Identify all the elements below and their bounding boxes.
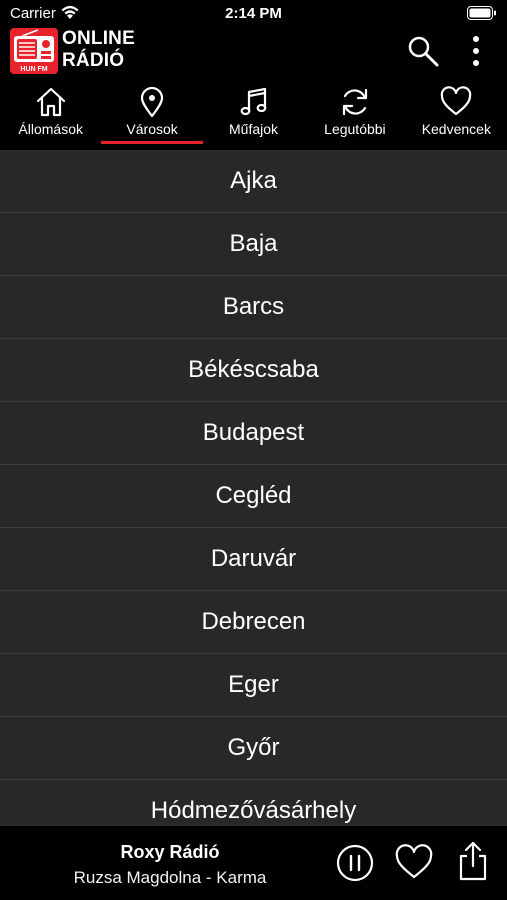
favorite-heart-icon[interactable] — [395, 844, 433, 880]
logo-text: HUN FM — [20, 66, 47, 73]
brand-line-2: RÁDIÓ — [62, 50, 125, 71]
tab-label: Legutóbbi — [324, 121, 386, 137]
home-icon — [36, 87, 65, 117]
app-header: HUN FM ONLINE RÁDIÓ — [0, 26, 507, 78]
list-item[interactable]: Hódmezővásárhely — [0, 780, 507, 826]
music-note-icon — [240, 87, 266, 116]
list-item[interactable]: Eger — [0, 654, 507, 717]
list-item[interactable]: Cegléd — [0, 465, 507, 528]
refresh-icon — [342, 88, 368, 116]
tab-legutobbi[interactable]: Legutóbbi — [304, 80, 405, 148]
radio-logo-icon: HUN FM — [10, 28, 58, 74]
more-vertical-icon[interactable] — [462, 34, 490, 68]
tab-label: Kedvencek — [421, 121, 491, 137]
list-item[interactable]: Győr — [0, 717, 507, 780]
status-time: 2:14 PM — [225, 5, 282, 22]
pause-icon[interactable] — [336, 844, 374, 882]
list-item[interactable]: Barcs — [0, 276, 507, 339]
list-item[interactable]: Daruvár — [0, 528, 507, 591]
list-item[interactable]: Budapest — [0, 402, 507, 465]
tab-kedvencek[interactable]: Kedvencek — [406, 80, 507, 148]
list-item[interactable]: Békéscsaba — [0, 339, 507, 402]
now-playing-track: Ruzsa Magdolna - Karma — [73, 868, 267, 887]
location-pin-icon — [141, 86, 164, 118]
status-bar: Carrier 2:14 PM — [0, 0, 507, 26]
tab-bar: Állomások Városok Műfajok Legutóbbi Kedv… — [0, 80, 507, 148]
list-item[interactable]: Ajka — [0, 150, 507, 213]
search-icon[interactable] — [406, 34, 440, 68]
now-playing-station: Roxy Rádió — [120, 842, 220, 862]
city-list[interactable]: Ajka Baja Barcs Békéscsaba Budapest Cegl… — [0, 150, 507, 826]
tab-mufajok[interactable]: Műfajok — [203, 80, 304, 148]
tab-selected-indicator — [101, 141, 203, 144]
share-icon[interactable] — [456, 840, 490, 882]
heart-icon — [441, 86, 472, 116]
app-brand: ONLINE RÁDIÓ — [62, 28, 135, 72]
brand-line-1: ONLINE — [62, 28, 135, 49]
list-item[interactable]: Baja — [0, 213, 507, 276]
tab-varosok[interactable]: Városok — [101, 80, 203, 148]
tab-allomasok[interactable]: Állomások — [0, 80, 101, 148]
battery-icon — [467, 6, 496, 20]
tab-label: Városok — [126, 121, 178, 137]
list-item[interactable]: Debrecen — [0, 591, 507, 654]
tab-label: Állomások — [18, 121, 83, 137]
tab-label: Műfajok — [229, 121, 279, 137]
mini-player: Roxy Rádió Ruzsa Magdolna - Karma — [0, 826, 507, 900]
